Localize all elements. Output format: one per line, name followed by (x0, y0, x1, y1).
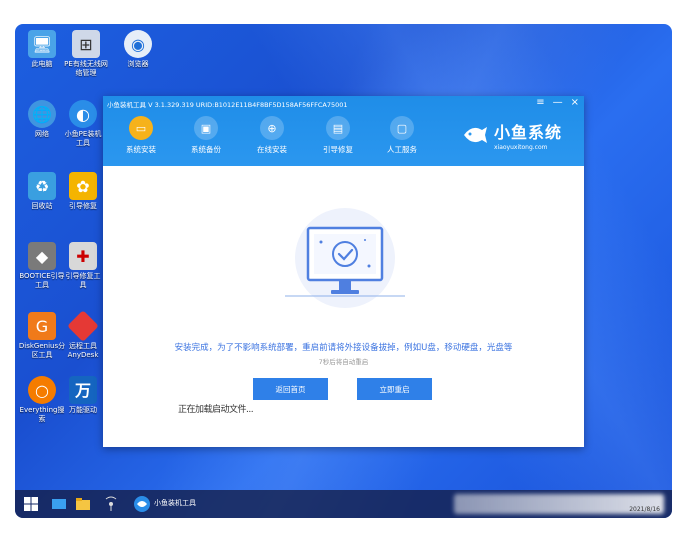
desktop-icon-boot-repair[interactable]: ✿ 引导修复 (63, 172, 103, 211)
desktop-icon-everything[interactable]: ○ Everything搜索 (17, 376, 67, 424)
loading-status: 正在加载启动文件... (178, 405, 254, 415)
windows-start-icon[interactable] (23, 496, 39, 512)
desktop-icon-diskgenius[interactable]: G DiskGenius分区工具 (17, 312, 67, 360)
desktop-icon-xiaoyu-pe[interactable]: ◐ 小鱼PE装机工具 (63, 100, 103, 148)
tab-boot-repair[interactable]: ▤ 引导修复 (313, 116, 363, 155)
desktop-icon-network[interactable]: 🌐 网络 (17, 100, 67, 139)
window-controls: ≡ — × (536, 97, 579, 108)
minimize-button[interactable]: — (553, 97, 563, 108)
network-manager-icon: ⊞ (72, 30, 100, 58)
wireless-network-icon[interactable] (103, 496, 119, 512)
recycle-bin-icon: ♻ (28, 172, 56, 200)
close-button[interactable]: × (571, 97, 579, 108)
desktop-show-icon[interactable] (51, 496, 67, 512)
taskbar: 小鱼装机工具 2021/8/16 (15, 490, 672, 518)
desktop-icon-boot-repair-tool[interactable]: ✚ 引导修复工具 (63, 242, 103, 290)
desktop-icon-universal-driver[interactable]: 万 万能驱动 (63, 376, 103, 415)
desktop-icon-recycle-bin[interactable]: ♻ 回收站 (17, 172, 67, 211)
taskbar-app-label[interactable]: 小鱼装机工具 (154, 498, 196, 508)
monitor-base (331, 290, 359, 294)
anydesk-icon (67, 310, 99, 342)
system-backup-icon: ▣ (194, 116, 218, 140)
network-globe-icon: 🌐 (28, 100, 56, 128)
window-header: 小鱼装机工具 V 3.1.329.319 URID:B1012E11B4F8BF… (103, 96, 584, 166)
xiaoyu-installer-icon: ◐ (69, 100, 97, 128)
boot-repair-tool-icon: ✚ (69, 242, 97, 270)
chat-icon: ▢ (390, 116, 414, 140)
brand-logo: 小鱼系统 xiaoyuxitong.com (462, 119, 562, 151)
desktop-icon-this-pc[interactable]: 🖥 此电脑 (17, 30, 67, 69)
window-title: 小鱼装机工具 V 3.1.329.319 URID:B1012E11B4F8BF… (107, 101, 348, 109)
installer-window: 小鱼装机工具 V 3.1.329.319 URID:B1012E11B4F8BF… (103, 96, 584, 447)
boot-repair-tab-icon: ▤ (326, 116, 350, 140)
tab-system-backup[interactable]: ▣ 系统备份 (181, 116, 231, 155)
everything-search-icon: ○ (28, 376, 56, 404)
brand-name: 小鱼系统 (493, 123, 562, 142)
monitor-stand (339, 280, 351, 290)
boot-repair-icon: ✿ (69, 172, 97, 200)
brand-url: xiaoyuxitong.com (493, 144, 548, 151)
restart-now-button[interactable]: 立即重启 (357, 378, 432, 400)
monitor-screen (314, 234, 376, 274)
desktop-icon-network-manager[interactable]: ⊞ PE有线无线网络管理 (61, 30, 111, 78)
desktop-icon-browser[interactable]: ◉ 浏览器 (113, 30, 163, 69)
desktop-icon-bootice[interactable]: ◆ BOOTICE引导工具 (17, 242, 67, 290)
install-complete-illustration (285, 208, 405, 308)
browser-icon: ◉ (124, 30, 152, 58)
tray-date: 2021/8/16 (629, 506, 660, 513)
universal-driver-icon: 万 (69, 376, 97, 404)
diskgenius-icon: G (28, 312, 56, 340)
back-home-button[interactable]: 返回首页 (253, 378, 328, 400)
system-install-icon: ▭ (129, 116, 153, 140)
xiaoyu-taskbar-icon[interactable] (133, 495, 151, 513)
fish-logo-icon (463, 127, 487, 143)
desktop: 🖥 此电脑 ⊞ PE有线无线网络管理 ◉ 浏览器 🌐 网络 ◐ 小鱼PE装机工具… (15, 24, 672, 518)
desktop-icon-anydesk[interactable]: 远程工具AnyDesk (63, 310, 103, 360)
restart-countdown: 7秒后将自动重启 (318, 358, 369, 366)
tab-online-install[interactable]: ⊕ 在线安装 (247, 116, 297, 155)
tab-manual-service[interactable]: ▢ 人工服务 (377, 116, 427, 155)
computer-icon: 🖥 (28, 30, 56, 58)
online-install-icon: ⊕ (260, 116, 284, 140)
file-explorer-icon[interactable] (75, 496, 91, 512)
menu-button[interactable]: ≡ (536, 97, 544, 108)
tab-system-install[interactable]: ▭ 系统安装 (116, 116, 166, 155)
bootice-icon: ◆ (28, 242, 56, 270)
install-complete-message: 安装完成，为了不影响系统部署，重启前请将外接设备拔掉，例如U盘，移动硬盘，光盘等 (174, 343, 513, 353)
